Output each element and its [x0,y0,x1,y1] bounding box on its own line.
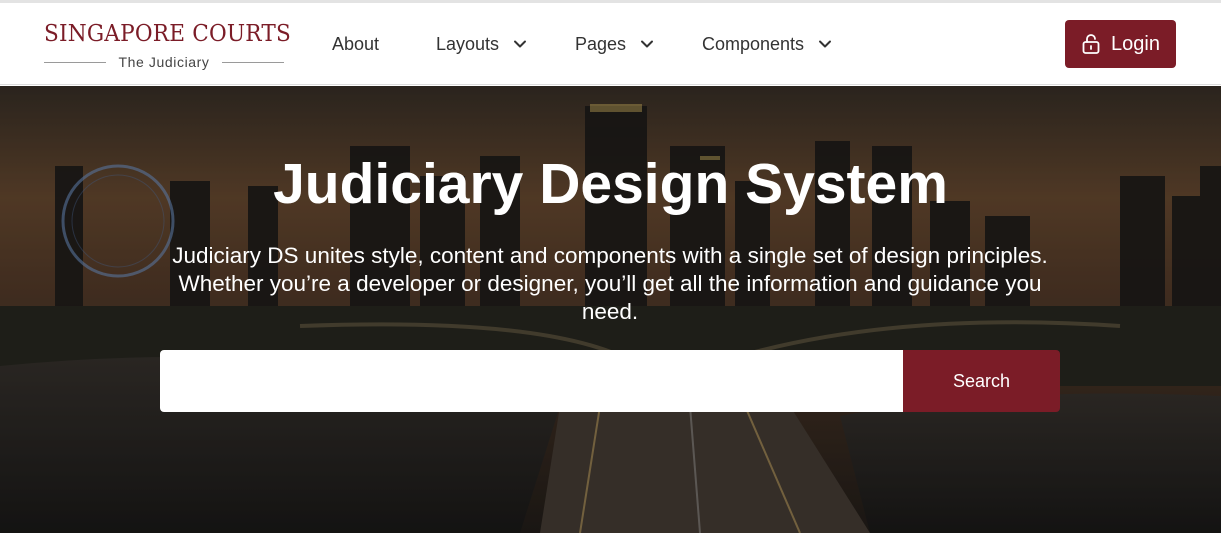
brand-divider-right [222,62,284,63]
search-input[interactable] [160,350,903,412]
nav-item-label: About [332,33,380,54]
login-button[interactable]: Login [1065,20,1176,68]
chevron-down-icon [818,37,832,51]
search-button[interactable]: Search [903,350,1060,412]
brand-subtitle-row: The Judiciary [44,53,284,71]
brand-title: SINGAPORE COURTS [44,21,291,47]
nav-item-about[interactable]: About [332,31,379,57]
chevron-down-icon [640,37,654,51]
brand-divider-left [44,62,106,63]
navbar: SINGAPORE COURTS The Judiciary About Lay… [0,3,1221,85]
nav-item-label: Pages [575,33,627,54]
hero-description: Judiciary DS unites style, content and c… [172,243,1048,324]
hero-title: Judiciary Design System [273,152,948,216]
login-label: Login [1111,32,1160,55]
nav-item-layouts[interactable]: Layouts [436,31,527,57]
nav-item-label: Components [702,33,805,54]
hero-banner: Judiciary Design System Judiciary DS uni… [0,86,1221,533]
lock-icon [1081,33,1101,55]
chevron-down-icon [513,37,527,51]
search-button-label: Search [952,370,1011,391]
brand-subtitle: The Judiciary [118,54,210,70]
nav-item-pages[interactable]: Pages [575,31,654,57]
nav-item-label: Layouts [436,33,500,54]
brand-logo[interactable]: SINGAPORE COURTS The Judiciary [44,19,291,73]
search-bar: Search [160,350,1060,412]
nav-item-components[interactable]: Components [702,31,832,57]
